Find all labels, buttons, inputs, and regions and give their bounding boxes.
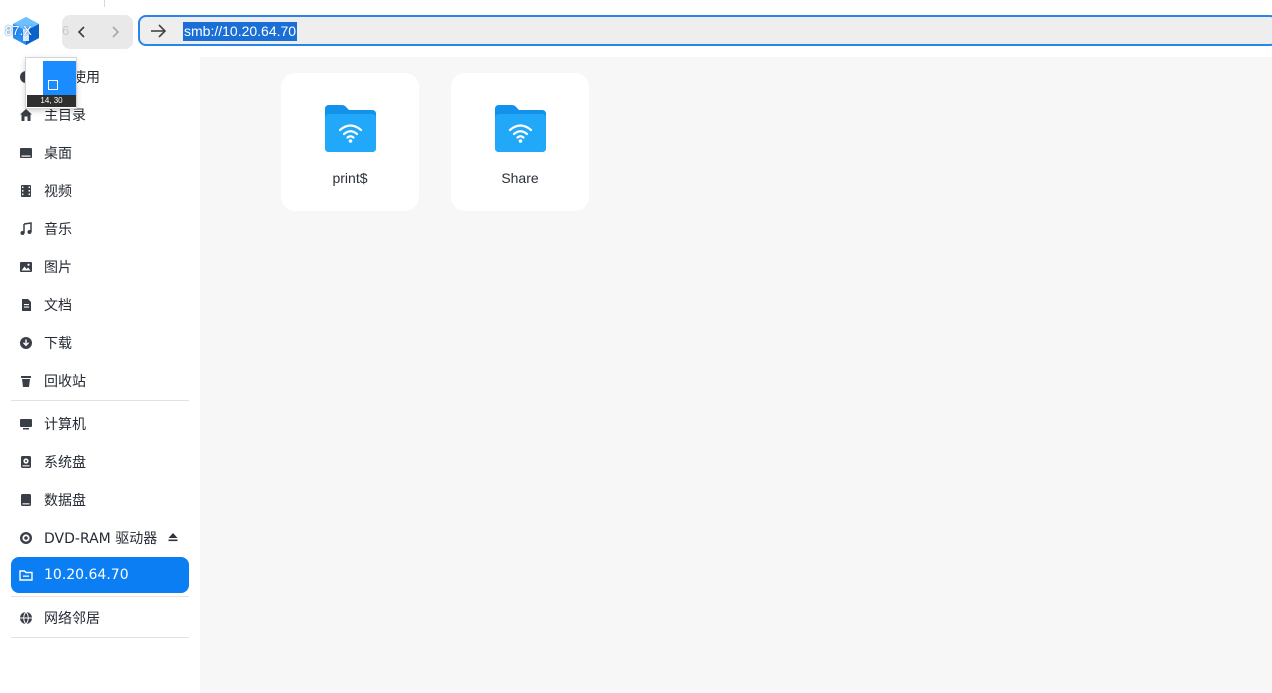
network-folder-icon	[495, 105, 546, 152]
sidebar-item-label: 回收站	[44, 374, 86, 390]
download-icon	[17, 334, 35, 352]
sidebar-item-label: 视频	[44, 184, 72, 200]
drag-preview: 14, 30	[26, 58, 76, 108]
cursor-coordinates: 14, 30	[27, 95, 76, 107]
sidebar-item-label: 桌面	[44, 146, 72, 162]
sidebar-item-label: 音乐	[44, 222, 72, 238]
sidebar-divider	[11, 400, 189, 401]
chevron-right-icon	[112, 26, 120, 38]
toolbar: 87.X 6 smb://10.20.64.70	[0, 7, 1272, 57]
home-icon	[17, 106, 35, 124]
back-button[interactable]	[68, 18, 96, 46]
sidebar-item-videos[interactable]: 视频	[11, 173, 189, 209]
music-icon	[17, 220, 35, 238]
app-logo-icon[interactable]: 87.X	[5, 16, 41, 46]
arrow-right-icon[interactable]	[148, 20, 170, 42]
file-view: print$ Share	[200, 57, 1272, 693]
share-name: Share	[501, 170, 539, 186]
sidebar-item-dvd-drive[interactable]: DVD-RAM 驱动器	[11, 520, 189, 556]
document-icon	[17, 296, 35, 314]
desktop-icon	[17, 144, 35, 162]
sidebar: 最近使用 主目录 桌面 视频 音乐 图片 文档 下载 回收站 计算机 系统盘	[0, 57, 200, 693]
network-share-icon	[17, 566, 35, 584]
address-bar[interactable]: smb://10.20.64.70	[138, 15, 1272, 46]
sidebar-item-network-neighborhood[interactable]: 网络邻居	[11, 600, 189, 636]
share-item[interactable]: Share	[451, 73, 589, 211]
drag-preview-thumbnail	[43, 61, 76, 95]
share-name: print$	[332, 170, 368, 186]
sidebar-divider	[11, 637, 189, 638]
sidebar-item-pictures[interactable]: 图片	[11, 249, 189, 285]
sidebar-item-trash[interactable]: 回收站	[11, 363, 189, 399]
sidebar-item-label: 图片	[44, 260, 72, 276]
sidebar-item-label: 10.20.64.70	[44, 567, 129, 583]
share-item[interactable]: print$	[281, 73, 419, 211]
sidebar-item-system-disk[interactable]: 系统盘	[11, 444, 189, 480]
tab-divider	[104, 0, 105, 7]
sidebar-item-label: 系统盘	[44, 455, 86, 471]
sidebar-item-label: 主目录	[44, 108, 86, 124]
network-folder-icon	[325, 105, 376, 152]
data-disk-icon	[17, 491, 35, 509]
network-neighborhood-icon	[17, 609, 35, 627]
logo-overlay-text: 87.X	[5, 23, 32, 38]
computer-icon	[17, 415, 35, 433]
eject-icon[interactable]	[167, 531, 179, 543]
navigation-buttons: 6	[62, 15, 133, 49]
sidebar-item-label: 计算机	[44, 417, 86, 433]
system-disk-icon	[17, 453, 35, 471]
sidebar-item-label: 文档	[44, 298, 72, 314]
sidebar-item-desktop[interactable]: 桌面	[11, 135, 189, 171]
trash-icon	[17, 372, 35, 390]
picture-icon	[17, 258, 35, 276]
sidebar-item-data-disk[interactable]: 数据盘	[11, 482, 189, 518]
video-icon	[17, 182, 35, 200]
sidebar-divider	[11, 596, 189, 597]
sidebar-item-computer[interactable]: 计算机	[11, 406, 189, 442]
sidebar-item-label: DVD-RAM 驱动器	[44, 531, 158, 547]
chevron-left-icon	[77, 26, 85, 38]
square-icon	[48, 80, 58, 90]
sidebar-item-label: 网络邻居	[44, 611, 100, 627]
sidebar-item-music[interactable]: 音乐	[11, 211, 189, 247]
sidebar-item-network-share[interactable]: 10.20.64.70	[11, 557, 189, 593]
forward-button[interactable]	[101, 18, 129, 46]
sidebar-item-downloads[interactable]: 下载	[11, 325, 189, 361]
sidebar-item-documents[interactable]: 文档	[11, 287, 189, 323]
sidebar-item-label: 下载	[44, 336, 72, 352]
address-input[interactable]: smb://10.20.64.70	[183, 22, 298, 41]
optical-drive-icon	[17, 529, 35, 547]
sidebar-item-label: 数据盘	[44, 493, 86, 509]
